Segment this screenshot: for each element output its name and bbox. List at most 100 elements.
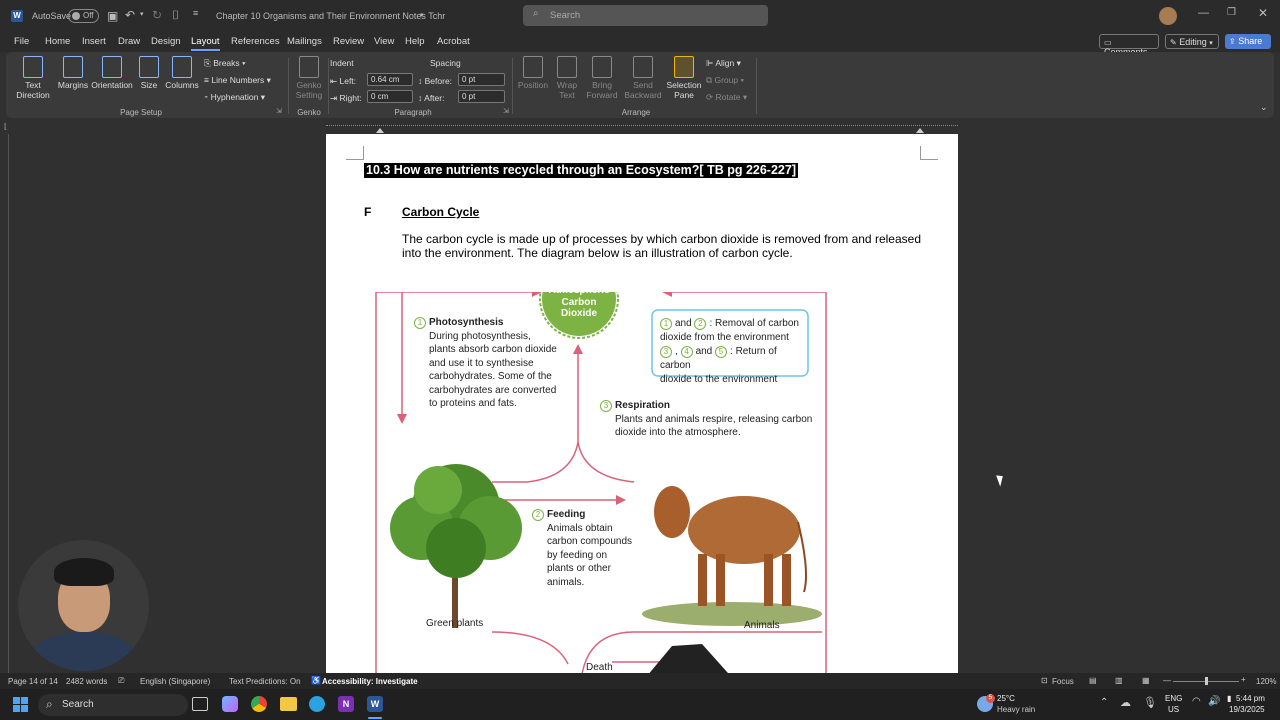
- wrap-text-button[interactable]: Wrap Text: [552, 56, 582, 100]
- zoom-out-icon[interactable]: —: [1163, 676, 1171, 685]
- print-layout-icon[interactable]: ▥: [1115, 676, 1123, 685]
- battery-icon[interactable]: ▮: [1227, 694, 1231, 703]
- position-button[interactable]: Position: [514, 56, 552, 90]
- clock-time[interactable]: 5:44 pm: [1236, 694, 1265, 703]
- clock-date[interactable]: 19/3/2025: [1229, 705, 1265, 714]
- read-mode-icon[interactable]: ▤: [1089, 676, 1097, 685]
- genko-setting-button[interactable]: Genko Setting: [290, 56, 328, 100]
- hyphenation-button[interactable]: ⁃ Hyphenation ▾: [204, 92, 265, 103]
- document-title[interactable]: Chapter 10 Organisms and Their Environme…: [216, 11, 445, 21]
- spacing-before-input[interactable]: 0 pt: [458, 73, 505, 86]
- collapse-ribbon-icon[interactable]: ⌄: [1260, 102, 1268, 113]
- taskbar-search[interactable]: ⌕ Search: [38, 694, 188, 716]
- undo-dropdown-icon[interactable]: ▾: [140, 10, 144, 18]
- indent-right-input[interactable]: 0 cm: [367, 90, 413, 103]
- tab-mailings[interactable]: Mailings: [287, 36, 322, 47]
- tab-references[interactable]: References: [231, 36, 280, 47]
- weather-desc[interactable]: Heavy rain: [997, 705, 1035, 714]
- page-count[interactable]: Page 14 of 14: [8, 677, 58, 686]
- text-direction-button[interactable]: Text Direction: [12, 56, 54, 100]
- orientation-button[interactable]: Orientation: [91, 56, 133, 90]
- webcam-overlay: [18, 540, 149, 671]
- proofing-icon[interactable]: ⎚: [118, 676, 124, 686]
- group-button[interactable]: ⧉ Group ▾: [706, 75, 744, 86]
- user-avatar[interactable]: [1159, 7, 1177, 25]
- tab-selector-icon[interactable]: ⌊: [4, 122, 7, 131]
- breaks-icon: ⎘: [204, 58, 211, 68]
- volume-icon[interactable]: 🔊: [1208, 696, 1220, 707]
- onenote-icon[interactable]: N: [338, 696, 354, 712]
- tree-illustration: [390, 464, 522, 628]
- tray-chevron-up-icon[interactable]: ⌃: [1100, 697, 1108, 708]
- task-view-icon[interactable]: [192, 697, 208, 711]
- paragraph-launcher-icon[interactable]: ⇲: [503, 107, 509, 115]
- windows-start-icon[interactable]: [13, 697, 28, 712]
- copilot-icon[interactable]: [222, 696, 238, 712]
- tab-layout[interactable]: Layout: [191, 36, 220, 51]
- weather-temp[interactable]: 25°C: [997, 694, 1015, 703]
- tab-view[interactable]: View: [374, 36, 394, 47]
- accessibility-status[interactable]: Accessibility: Investigate: [322, 677, 418, 686]
- weather-icon[interactable]: 5: [977, 694, 995, 712]
- tab-draw[interactable]: Draw: [118, 36, 140, 47]
- line-numbers-button[interactable]: ≡ Line Numbers ▾: [204, 75, 271, 86]
- focus-button[interactable]: Focus: [1052, 677, 1074, 686]
- search-box[interactable]: ⌕ Search: [523, 5, 768, 26]
- atmospheric-co2-label: Atmospheric Carbon Dioxide: [548, 285, 610, 319]
- margins-button[interactable]: Margins: [56, 56, 90, 90]
- page-setup-launcher-icon[interactable]: ⇲: [276, 107, 282, 115]
- send-backward-button[interactable]: Send Backward: [622, 56, 664, 100]
- input-language[interactable]: ENG: [1165, 694, 1182, 703]
- comments-button[interactable]: ▭ Comments: [1099, 34, 1159, 57]
- editing-mode-button[interactable]: ✎ Editing ▾: [1165, 34, 1219, 49]
- right-indent-marker-icon[interactable]: [916, 128, 924, 133]
- chrome-icon[interactable]: [251, 696, 267, 712]
- close-icon[interactable]: ✕: [1258, 6, 1268, 20]
- bookmark-icon[interactable]: ⌷: [172, 8, 179, 23]
- hyphenation-icon: ⁃: [204, 92, 209, 102]
- selected-heading[interactable]: 10.3 How are nutrients recycled through …: [364, 163, 798, 178]
- language[interactable]: English (Singapore): [140, 677, 210, 686]
- microphone-icon[interactable]: 🎙: [1143, 696, 1157, 709]
- zoom-slider-thumb[interactable]: [1205, 677, 1208, 685]
- zoom-level[interactable]: 120%: [1256, 677, 1276, 686]
- spacing-after-input[interactable]: 0 pt: [458, 90, 505, 103]
- wifi-icon[interactable]: ◠: [1192, 696, 1201, 707]
- customize-qat-icon[interactable]: ≡: [193, 8, 198, 18]
- green-plants-label: Green plants: [426, 618, 484, 629]
- onedrive-cloud-icon[interactable]: ☁: [1120, 696, 1131, 709]
- indent-left-input[interactable]: 0.64 cm: [367, 73, 413, 86]
- file-explorer-icon[interactable]: [280, 697, 297, 711]
- tab-review[interactable]: Review: [333, 36, 364, 47]
- share-button[interactable]: ⇪ Share: [1225, 34, 1271, 49]
- zoom-in-icon[interactable]: +: [1241, 675, 1246, 684]
- bring-forward-button[interactable]: Bring Forward: [582, 56, 622, 100]
- tab-help[interactable]: Help: [405, 36, 425, 47]
- selection-pane-button[interactable]: Selection Pane: [664, 56, 704, 100]
- indent-marker-icon[interactable]: [376, 128, 384, 133]
- align-button[interactable]: ⊫ Align ▾: [706, 58, 741, 69]
- breaks-button[interactable]: ⎘ Breaks ▾: [204, 58, 246, 69]
- telegram-icon[interactable]: [309, 696, 325, 712]
- tab-insert[interactable]: Insert: [82, 36, 106, 47]
- tab-file[interactable]: File: [14, 36, 29, 47]
- undo-icon[interactable]: ↶: [125, 8, 135, 22]
- columns-button[interactable]: Columns: [164, 56, 200, 90]
- tab-design[interactable]: Design: [151, 36, 181, 47]
- word-count[interactable]: 2482 words: [66, 677, 107, 686]
- document-page[interactable]: 10.3 How are nutrients recycled through …: [326, 134, 958, 673]
- autosave-toggle[interactable]: Off: [68, 9, 99, 23]
- input-region[interactable]: US: [1168, 705, 1179, 714]
- redo-icon[interactable]: ↻: [152, 8, 162, 22]
- save-icon[interactable]: ▣: [107, 9, 118, 23]
- rotate-button[interactable]: ⟳ Rotate ▾: [706, 92, 747, 103]
- restore-icon[interactable]: ❐: [1227, 7, 1236, 18]
- tab-acrobat[interactable]: Acrobat: [437, 36, 470, 47]
- title-chevron-down-icon[interactable]: ▾: [420, 11, 424, 19]
- minimize-icon[interactable]: —: [1198, 7, 1209, 19]
- tab-home[interactable]: Home: [45, 36, 70, 47]
- web-layout-icon[interactable]: ▦: [1142, 676, 1150, 685]
- size-button[interactable]: Size: [136, 56, 162, 90]
- word-taskbar-icon[interactable]: W: [367, 696, 383, 712]
- text-predictions[interactable]: Text Predictions: On: [229, 677, 301, 686]
